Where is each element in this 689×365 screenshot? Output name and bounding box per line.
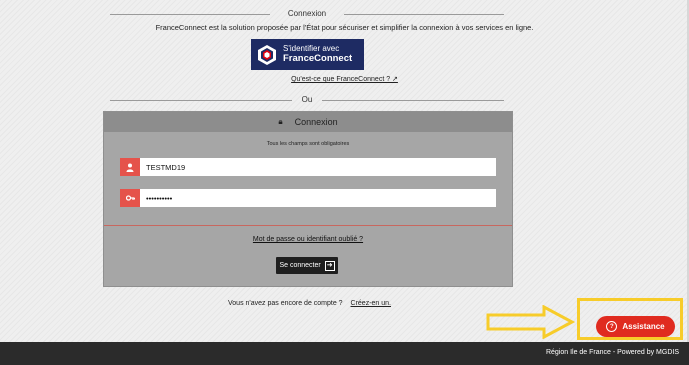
signup-text: Vous n'avez pas encore de compte ? (228, 300, 343, 307)
required-fields-note: Tous les champs sont obligatoires (266, 141, 350, 147)
franceconnect-button-line2: FranceConnect (283, 52, 353, 64)
panel-divider (104, 225, 512, 226)
login-submit-label: Se connecter (279, 262, 321, 269)
forgot-password-link[interactable]: Mot de passe ou identifiant oublié ? (104, 236, 512, 243)
help-icon: ? (606, 321, 618, 332)
password-input[interactable]: •••••••••• (140, 189, 496, 207)
username-input[interactable]: TESTMD19 (140, 158, 496, 176)
ou-divider-left (110, 100, 292, 101)
connexion-divider-right (344, 14, 504, 15)
what-is-franceconnect-link[interactable]: Qu'est-ce que FranceConnect ? ↗ (0, 75, 689, 83)
lock-icon: 🔒︎ (278, 117, 283, 126)
login-panel: 🔒︎ Connexion Tous les champs sont obliga… (103, 111, 513, 287)
user-icon (120, 158, 140, 176)
assistance-label: Assistance (622, 322, 665, 331)
connexion-heading: Connexion (287, 9, 327, 18)
connexion-divider-left (110, 14, 270, 15)
key-icon (120, 189, 140, 207)
username-row: TESTMD19 (120, 158, 496, 176)
ou-label: Ou (301, 95, 313, 104)
password-row: •••••••••• (120, 189, 496, 207)
login-panel-header: 🔒︎ Connexion (104, 112, 512, 132)
sign-in-icon: ➜ (324, 260, 335, 271)
footer: Région Ile de France - Powered by MGDIS (0, 342, 689, 365)
login-title: Connexion (294, 117, 338, 127)
ou-divider-right (322, 100, 504, 101)
login-submit-button[interactable]: Se connecter ➜ (276, 257, 338, 274)
franceconnect-intro: FranceConnect est la solution proposée p… (155, 23, 534, 32)
franceconnect-logo-icon (258, 44, 276, 65)
annotation-arrow-icon (486, 305, 576, 339)
signup-link[interactable]: Créez-en un. (351, 300, 391, 307)
assistance-button[interactable]: ? Assistance (596, 316, 675, 337)
footer-text: Région Ile de France - Powered by MGDIS (545, 349, 679, 356)
franceconnect-button[interactable]: S'identifier avec FranceConnect (251, 39, 364, 70)
